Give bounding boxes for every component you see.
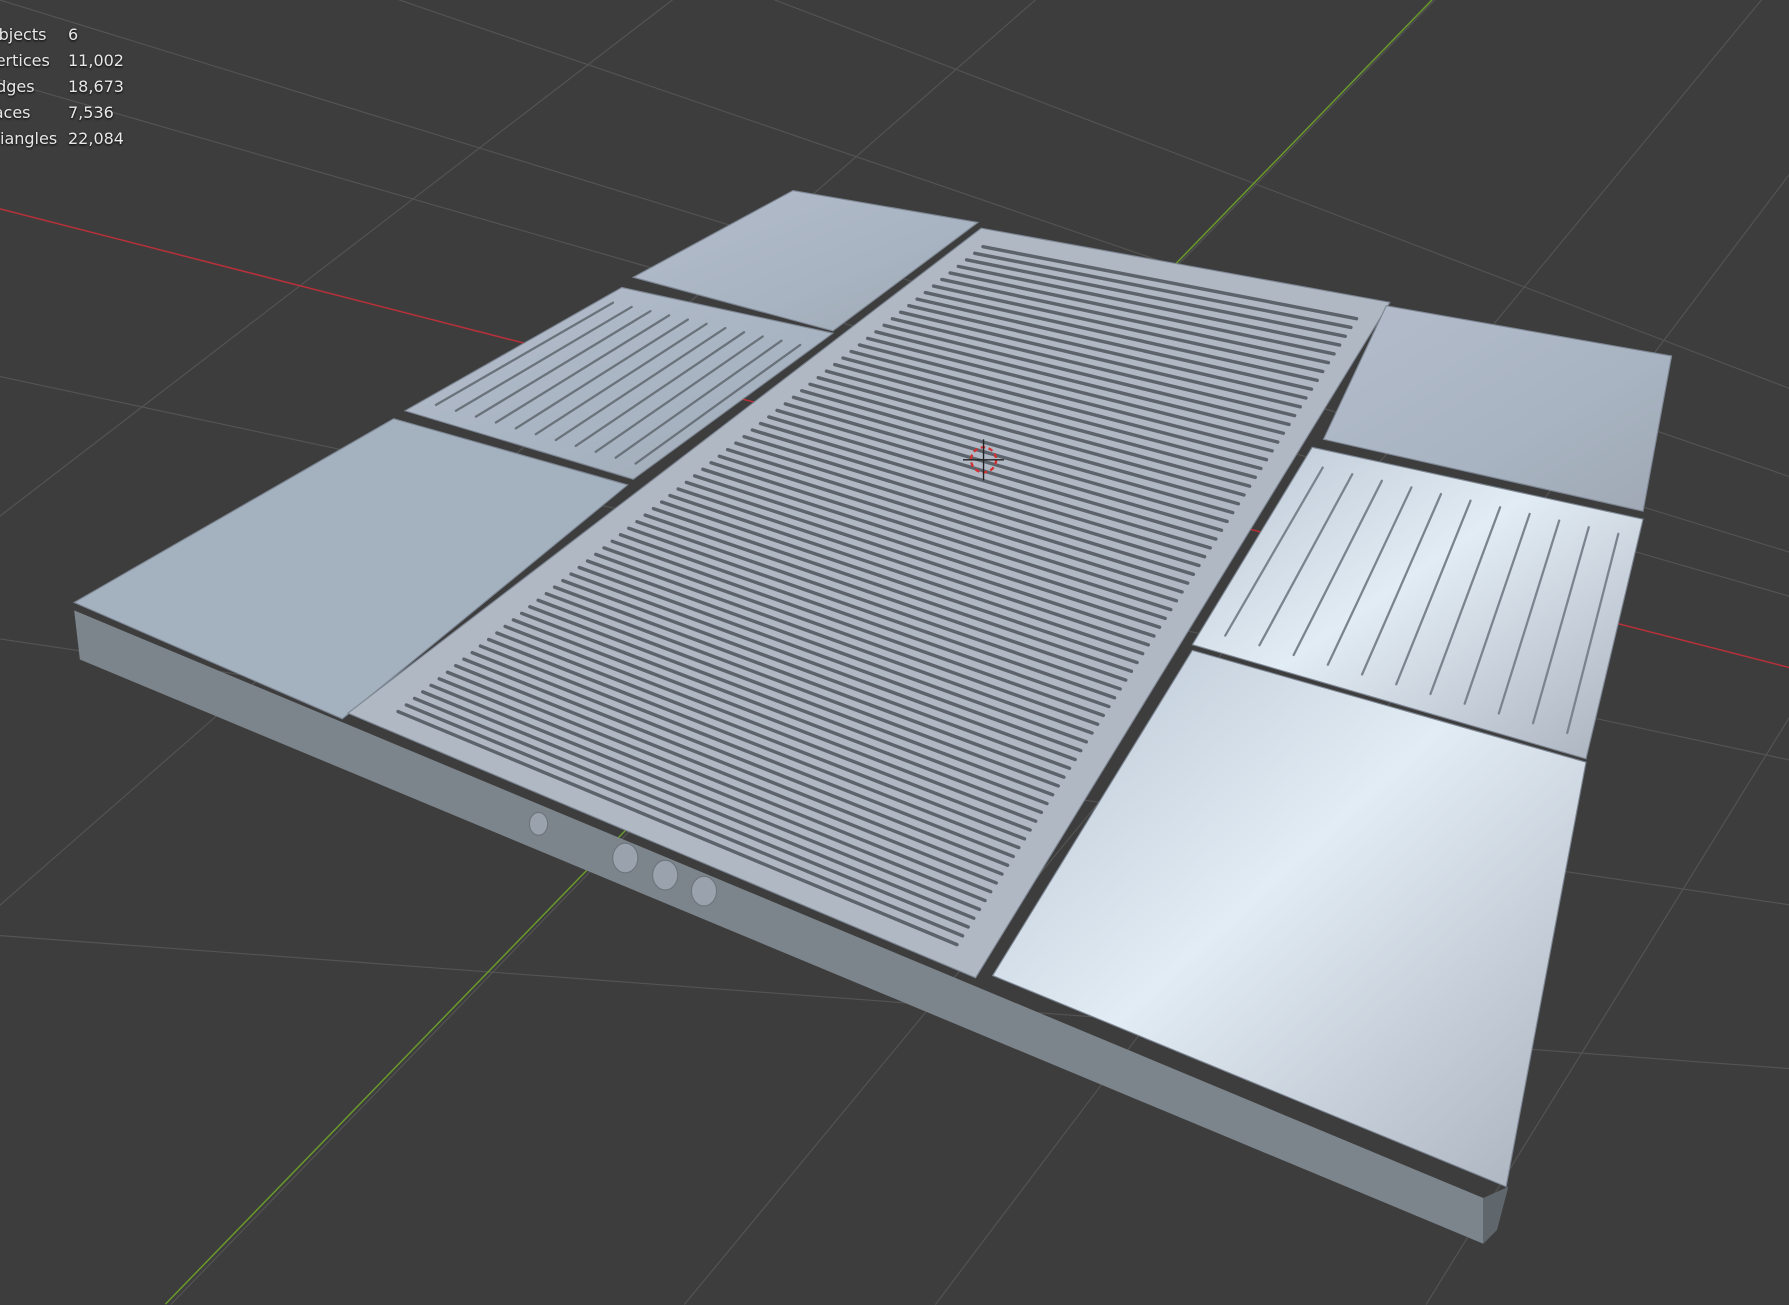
stat-value: 18,673 [68, 77, 124, 96]
stat-row: Triangles 22,084 [0, 126, 124, 152]
stat-label: Edges [0, 77, 35, 96]
pipe-1 [528, 811, 549, 836]
stat-row: Faces 7,536 [0, 100, 124, 126]
stat-row: Objects 6 [0, 22, 124, 48]
stat-value: 22,084 [68, 129, 124, 148]
stat-label: Triangles [0, 129, 58, 148]
model[interactable] [72, 189, 1673, 1244]
scene[interactable] [0, 0, 1789, 1305]
pipe-2 [612, 842, 639, 874]
stat-value: 11,002 [68, 51, 124, 70]
stat-label: Objects [0, 25, 47, 44]
base-right-face [1483, 1186, 1509, 1244]
stat-row: Edges 18,673 [0, 74, 124, 100]
pipe-4 [690, 875, 718, 907]
stat-label: Faces [0, 103, 31, 122]
stat-value: 7,536 [68, 103, 114, 122]
stat-value: 6 [68, 25, 79, 44]
scene-statistics: Objects 6 Vertices 11,002 Edges 18,673 Faces 7,… [0, 22, 124, 152]
stat-label: Vertices [0, 51, 50, 70]
3d-viewport[interactable]: Objects 6 Vertices 11,002 Edges 18,673 Faces 7,… [0, 0, 1789, 1305]
stat-row: Vertices 11,002 [0, 48, 124, 74]
pipe-3 [652, 859, 679, 891]
